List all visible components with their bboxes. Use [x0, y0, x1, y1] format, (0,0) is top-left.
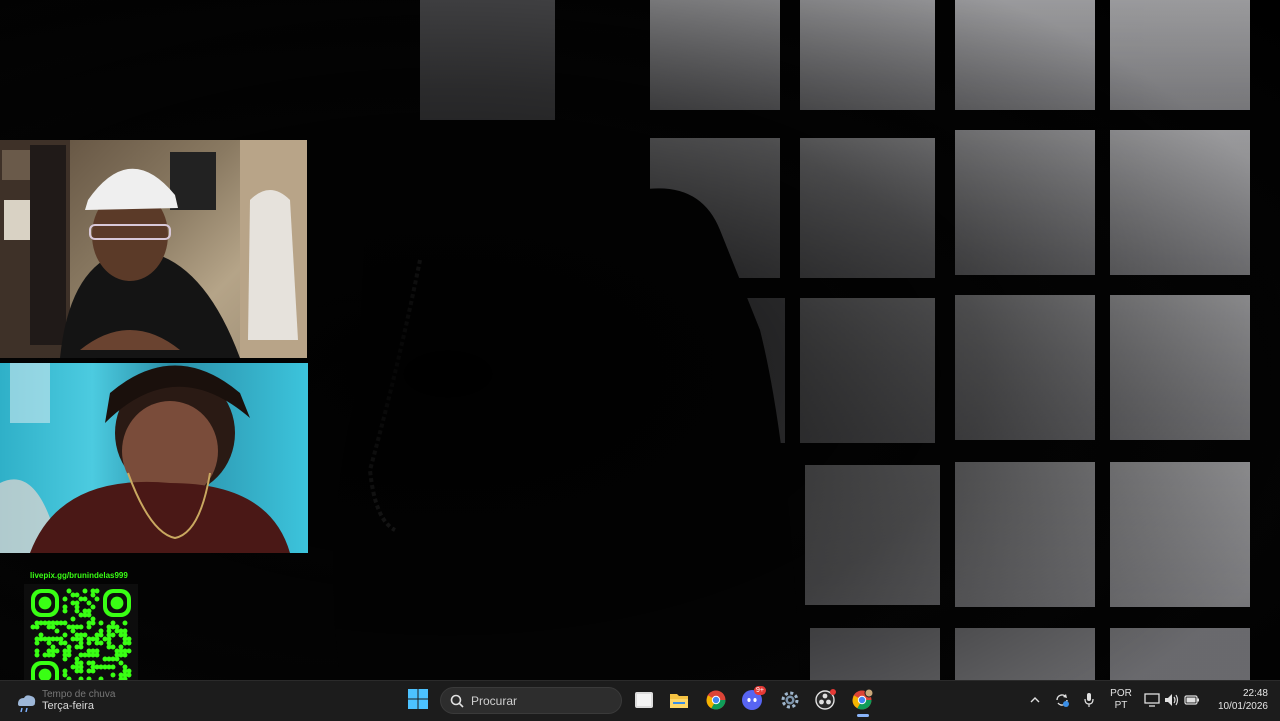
sync-tray-button[interactable]	[1053, 691, 1071, 709]
taskbar-app-chrome-active[interactable]	[852, 689, 874, 711]
network-tray-button[interactable]	[1143, 691, 1161, 709]
donation-qr-code	[24, 584, 138, 694]
taskbar-app-chrome[interactable]	[705, 689, 727, 711]
clock-time: 22:48	[1242, 688, 1268, 699]
show-hidden-icons-button[interactable]	[1028, 692, 1042, 708]
microphone-tray-button[interactable]	[1081, 691, 1097, 709]
taskbar-app-task-view[interactable]	[633, 689, 655, 711]
task-view-icon	[635, 692, 653, 708]
discord-badge: 9+	[754, 686, 766, 695]
volume-tray-button[interactable]	[1163, 691, 1181, 709]
chrome-profile-icon	[852, 689, 874, 710]
sync-icon	[1056, 694, 1069, 707]
donation-url: livepix.gg/brunindelas999	[30, 571, 128, 580]
taskbar-search[interactable]: Procurar	[440, 687, 622, 714]
taskbar-clock[interactable]: 22:48 10/01/2026	[1206, 687, 1268, 713]
qr-code-graphic	[30, 588, 132, 690]
taskbar-app-discord[interactable]: 9+	[742, 686, 766, 711]
battery-tray-button[interactable]	[1183, 691, 1201, 709]
language-code: POR	[1110, 688, 1132, 699]
folder-icon	[670, 694, 688, 708]
weather-condition: Tempo de chuva	[42, 689, 116, 700]
weather-widget[interactable]: Tempo de chuva Terça-feira	[14, 687, 124, 717]
start-button[interactable]	[407, 688, 429, 710]
taskbar-app-file-explorer[interactable]	[668, 689, 690, 711]
clock-date: 10/01/2026	[1217, 701, 1268, 712]
chrome-icon	[706, 690, 726, 710]
microphone-icon	[1084, 693, 1094, 707]
taskbar-app-settings[interactable]	[779, 689, 801, 711]
keyboard-layout: PT	[1114, 700, 1128, 711]
network-icon	[1144, 693, 1160, 707]
gear-icon	[781, 691, 799, 709]
obs-icon	[815, 689, 836, 710]
webcam-2-scene	[0, 363, 290, 553]
search-icon	[450, 694, 464, 708]
webcam-streamer-1	[0, 140, 307, 358]
weather-day: Terça-feira	[42, 700, 94, 712]
rain-cloud-icon	[18, 695, 36, 713]
chevron-up-icon	[1030, 697, 1040, 703]
webcam-streamer-2	[0, 363, 308, 553]
search-placeholder: Procurar	[471, 694, 518, 708]
volume-icon	[1165, 694, 1179, 706]
active-app-indicator	[857, 714, 869, 717]
battery-icon	[1184, 695, 1199, 705]
taskbar-app-obs[interactable]	[815, 689, 837, 711]
input-language-indicator[interactable]: POR PT	[1107, 688, 1135, 712]
windows-start-icon	[408, 689, 428, 709]
webcam-1-scene	[0, 140, 307, 358]
